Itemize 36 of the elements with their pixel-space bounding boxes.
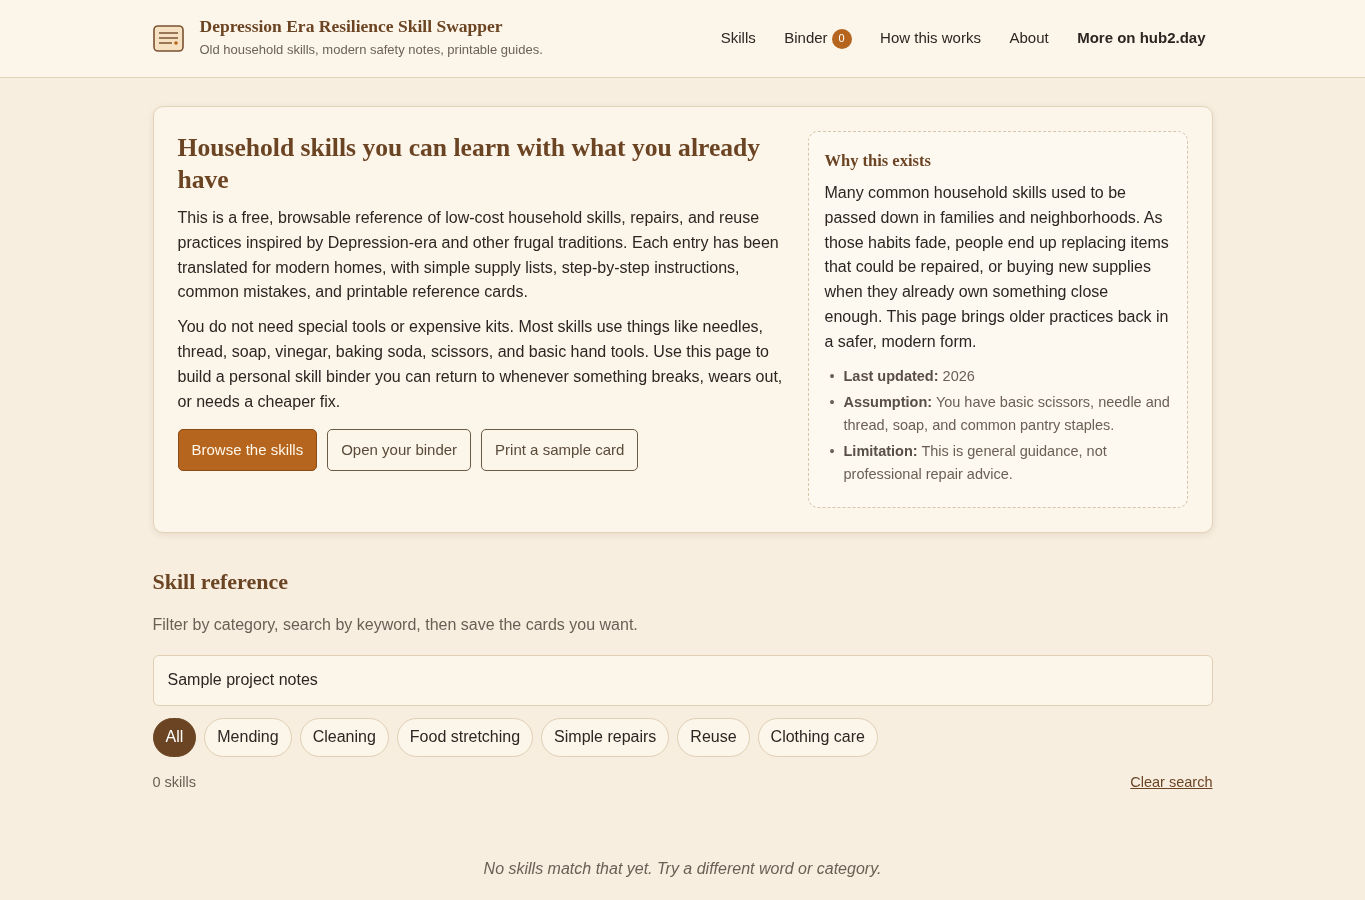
filter-chip[interactable]: Clothing care: [757, 717, 878, 757]
filter-chip[interactable]: Simple repairs: [541, 717, 670, 757]
clear-search-link[interactable]: Clear search: [1130, 771, 1213, 794]
empty-state-message: No skills match that yet. Try a different word or category.: [482, 859, 883, 880]
site-title: Depression Era Resilience Skill Swapper: [199, 16, 504, 38]
section-intro: Filter by category, search by keyword, then save the cards you want.: [152, 614, 639, 635]
action-button[interactable]: Print a sample card: [481, 429, 639, 472]
hero-paragraph: You do not need special tools or expensive kits. Most skills use things like needles, thread, soap, vinegar, baking soda, scissors, and basic hand tools. Use this page to build a personal skill binder you can return to whenever something breaks, wears out, or needs a cheaper fix.: [177, 317, 784, 412]
bullet-marker: •: [829, 441, 836, 461]
nav-link[interactable]: More on hub2.day: [1069, 21, 1214, 56]
filter-chip[interactable]: Food stretching: [396, 717, 534, 757]
result-count: 0 skills: [152, 772, 196, 792]
section-heading: Skill reference: [152, 567, 289, 596]
search-field[interactable]: Sample project notes: [152, 654, 1213, 706]
filter-chip[interactable]: Cleaning: [299, 717, 389, 757]
hero-paragraph: This is a free, browsable reference of low-cost household skills, repairs, and reuse practices inspired by Depression-era and other frugal traditions. Each entry has been translated for modern homes, with simple supply lists, step-by-step instructions, common mistakes, and printable reference cards.: [177, 208, 780, 303]
bullet-marker: •: [829, 366, 836, 386]
filter-chip[interactable]: All: [152, 717, 197, 757]
nav-link[interactable]: Binder 0: [776, 21, 860, 56]
count-badge: 0: [831, 28, 852, 49]
fact-item: Assumption: You have basic scissors, needle and thread, soap, and common pantry staples.: [843, 392, 1171, 435]
filter-chip[interactable]: Mending: [204, 717, 292, 757]
panel-heading: Why this exists: [824, 150, 932, 172]
site-tagline: Old household skills, modern safety notes, printable guides.: [199, 42, 543, 58]
nav-link[interactable]: Skills: [712, 21, 764, 56]
action-button[interactable]: Browse the skills: [177, 429, 318, 472]
bullet-marker: •: [829, 392, 836, 412]
filter-chip[interactable]: Reuse: [677, 717, 750, 757]
hero-heading: Household skills you can learn with what you already have: [177, 132, 762, 196]
fact-item: Last updated: 2026: [843, 366, 976, 386]
panel-paragraph: Many common household skills used to be passed down in families and neighborhoods. As those habits fade, people end up replacing items that could be repaired, or buying new supplies when they already own something close enough. This page brings older practices back in a safer, modern form.: [824, 183, 1170, 352]
fact-item: Limitation: This is general guidance, not professional repair advice.: [843, 441, 1108, 484]
nav-link[interactable]: How this works: [872, 21, 989, 56]
action-button[interactable]: Open your binder: [327, 429, 472, 472]
document-icon: [152, 25, 184, 52]
nav-link[interactable]: About: [1001, 21, 1057, 56]
